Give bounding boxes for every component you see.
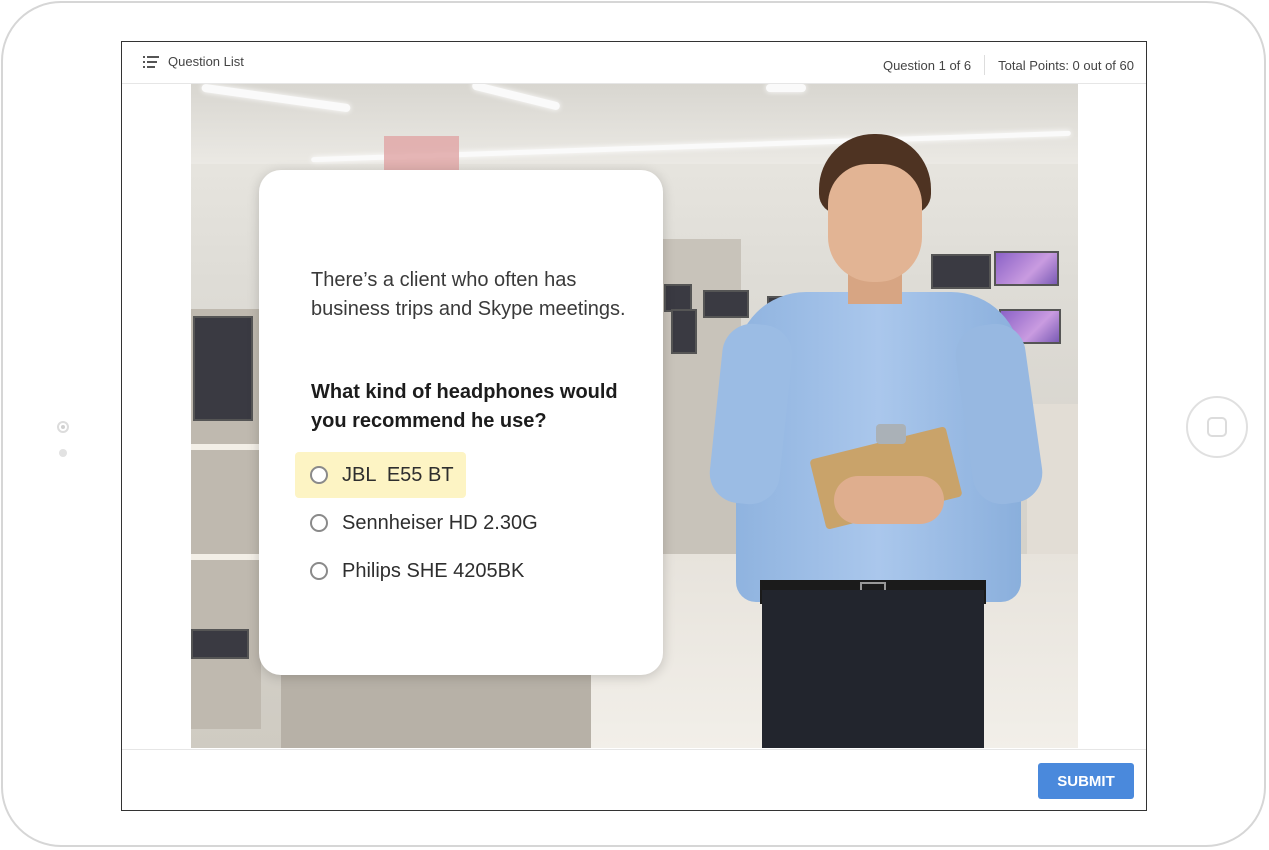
- option-jbl-e55bt[interactable]: JBL E55 BT: [295, 452, 466, 498]
- camera-icon: [57, 421, 69, 433]
- home-button[interactable]: [1186, 396, 1248, 458]
- option-philips-she4205bk[interactable]: Philips SHE 4205BK: [295, 548, 536, 594]
- quiz-screen: Question List Question 1 of 6 Total Poin…: [121, 41, 1147, 811]
- top-bar: Question List Question 1 of 6 Total Poin…: [122, 42, 1146, 84]
- option-label: Sennheiser HD 2.30G: [342, 511, 538, 534]
- radio-icon[interactable]: [310, 514, 328, 532]
- home-square-icon: [1207, 417, 1227, 437]
- divider: [984, 55, 986, 75]
- question-card: There’s a client who often has business …: [259, 170, 663, 675]
- radio-icon[interactable]: [310, 562, 328, 580]
- submit-button[interactable]: SUBMIT: [1038, 763, 1134, 799]
- question-prompt: What kind of headphones would you recomm…: [311, 381, 618, 432]
- question-list-button[interactable]: Question List: [143, 54, 244, 69]
- answer-options: JBL E55 BT Sennheiser HD 2.30G Philips S…: [295, 452, 635, 596]
- salesperson-figure: [706, 124, 1047, 748]
- question-stem: There’s a client who often has business …: [311, 269, 626, 320]
- question-counter: Question 1 of 6: [882, 57, 972, 73]
- total-points: Total Points: 0 out of 60: [998, 57, 1134, 73]
- question-list-label: Question List: [168, 54, 244, 69]
- sensor-dot: [59, 449, 67, 457]
- list-icon: [143, 55, 159, 68]
- option-sennheiser-hd230g[interactable]: Sennheiser HD 2.30G: [295, 500, 550, 546]
- option-label: JBL E55 BT: [342, 463, 454, 486]
- option-label: Philips SHE 4205BK: [342, 559, 525, 582]
- radio-icon[interactable]: [310, 466, 328, 484]
- bottom-bar: SUBMIT: [122, 749, 1146, 810]
- progress-info: Question 1 of 6 Total Points: 0 out of 6…: [883, 55, 1134, 75]
- store-sign: [384, 136, 459, 172]
